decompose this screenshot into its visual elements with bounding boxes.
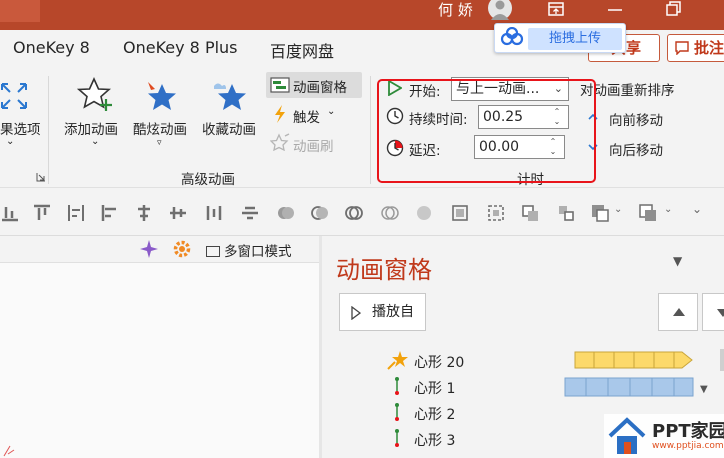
watermark-house-logo [608, 417, 646, 454]
animation-item-heart-1[interactable]: 心形 1 [414, 378, 455, 398]
triangle-down-icon [717, 309, 724, 317]
trigger-dropdown-icon[interactable]: ⌄ [327, 106, 335, 117]
play-from-button[interactable]: 播放自 [339, 293, 426, 331]
watermark-url: www.pptjia.com [652, 441, 724, 451]
move-earlier-button[interactable]: 向前移动 [609, 109, 663, 129]
favorite-animation-label[interactable]: 收藏动画 [202, 118, 256, 138]
slide-object-fragment [3, 445, 15, 457]
group-separator [48, 76, 49, 184]
add-animation-label[interactable]: 添加动画 [64, 118, 118, 138]
align-bottom-icon[interactable] [0, 203, 20, 223]
animation-item-heart-2[interactable]: 心形 2 [414, 404, 455, 424]
tab-onekey-8-plus[interactable]: OneKey 8 Plus [123, 38, 238, 57]
motion-path-icon [395, 403, 399, 421]
animation-painter-icon[interactable] [270, 133, 290, 151]
ungroup-objects-icon[interactable] [486, 203, 506, 223]
move-later-button[interactable]: 向后移动 [609, 139, 663, 159]
animation-item-heart-20[interactable]: 心形 20 [414, 352, 464, 372]
restore-window-icon[interactable] [660, 0, 686, 22]
advanced-animation-group-label: 高级动画 [181, 172, 235, 188]
effect-options-dropdown-icon[interactable]: ⌄ [6, 136, 14, 147]
cool-animation-icon[interactable] [145, 80, 179, 112]
align-center-icon[interactable] [134, 203, 154, 223]
timeline-bar-heart-1[interactable] [564, 377, 696, 397]
animation-pane-icon [270, 77, 290, 93]
list-scrollbar[interactable] [720, 349, 724, 371]
minimize-icon[interactable] [602, 0, 628, 22]
comment-icon [675, 41, 689, 55]
animation-item-heart-3[interactable]: 心形 3 [414, 430, 455, 450]
animation-pane-title: 动画窗格 [336, 256, 432, 284]
group-launcher-icon[interactable] [36, 172, 46, 182]
arrange-front-dropdown-icon[interactable]: ⌄ [614, 204, 622, 215]
align-left-icon[interactable] [100, 203, 120, 223]
multi-window-mode-label: 多窗口模式 [224, 244, 292, 260]
group-separator [370, 76, 371, 184]
play-from-label: 播放自 [372, 304, 414, 320]
cool-animation-label[interactable]: 酷炫动画 [133, 118, 187, 138]
triangle-up-icon [673, 308, 685, 316]
animation-painter-label[interactable]: 动画刷 [293, 135, 334, 155]
timing-highlight-box [377, 79, 596, 183]
play-icon [351, 306, 361, 320]
favorite-animation-icon[interactable] [212, 80, 248, 112]
comment-button-label: 批注 [694, 39, 724, 57]
distribute-horizontal-icon[interactable] [66, 203, 86, 223]
pane-options-dropdown-icon[interactable]: ▼ [673, 254, 682, 268]
comment-button[interactable]: 批注 [667, 34, 724, 62]
distribute-vertical-icon[interactable] [204, 203, 224, 223]
user-avatar-icon[interactable] [485, 0, 515, 22]
animation-pane-label: 动画窗格 [293, 80, 347, 96]
group-objects-icon[interactable] [450, 203, 470, 223]
cool-animation-dropdown-icon[interactable]: ▿ [157, 138, 162, 148]
sparkle-effect-icon[interactable] [139, 239, 159, 259]
align-top-icon[interactable] [32, 203, 52, 223]
move-up-button[interactable] [658, 293, 698, 331]
drag-upload-button[interactable]: 拖拽上传 [528, 28, 622, 50]
shape-union-icon[interactable] [276, 203, 296, 223]
shape-fragment-icon[interactable] [344, 203, 364, 223]
effect-options-label[interactable]: 果选项 [0, 118, 41, 138]
tab-baidu-netdisk[interactable]: 百度网盘 [270, 38, 334, 62]
multi-window-mode-button[interactable]: 多窗口模式 [206, 240, 292, 260]
arrange-front-icon[interactable] [590, 203, 610, 223]
watermark-text: PPT家园 [652, 421, 724, 442]
title-bar-accent [0, 0, 40, 22]
trigger-star-icon [387, 351, 408, 370]
trigger-label[interactable]: 触发 [293, 106, 320, 126]
motion-path-icon [395, 429, 399, 447]
arrange-back-dropdown-icon[interactable]: ⌄ [664, 204, 672, 215]
slide-editing-area [0, 236, 320, 458]
align-middle-icon[interactable] [168, 203, 188, 223]
shape-subtract-icon[interactable] [414, 203, 434, 223]
align-horizontal-center-icon[interactable] [240, 203, 260, 223]
item-options-dropdown-icon[interactable]: ▼ [700, 384, 708, 395]
effect-options-icon[interactable] [0, 80, 28, 112]
user-name[interactable]: 何 娇 [438, 0, 473, 22]
tab-onekey-8[interactable]: OneKey 8 [13, 38, 90, 57]
ribbon-display-options-icon[interactable] [543, 0, 569, 22]
baidu-cloud-icon[interactable] [500, 27, 524, 47]
add-animation-icon[interactable] [77, 77, 115, 113]
move-down-button[interactable] [702, 293, 724, 331]
timeline-bar-heart-20[interactable] [574, 351, 694, 369]
gear-icon[interactable] [172, 239, 192, 259]
arrange-back-icon[interactable] [638, 203, 658, 223]
bring-forward-icon[interactable] [520, 203, 540, 223]
add-animation-dropdown-icon[interactable]: ⌄ [91, 136, 99, 147]
shape-combine-icon[interactable] [310, 203, 330, 223]
send-backward-icon[interactable] [556, 203, 576, 223]
toolbar-overflow-chevron-icon[interactable]: ⌄ [692, 202, 702, 216]
trigger-icon[interactable] [272, 104, 288, 124]
motion-path-icon [395, 377, 399, 395]
shape-intersect-icon[interactable] [380, 203, 400, 223]
multi-window-icon [206, 246, 220, 257]
